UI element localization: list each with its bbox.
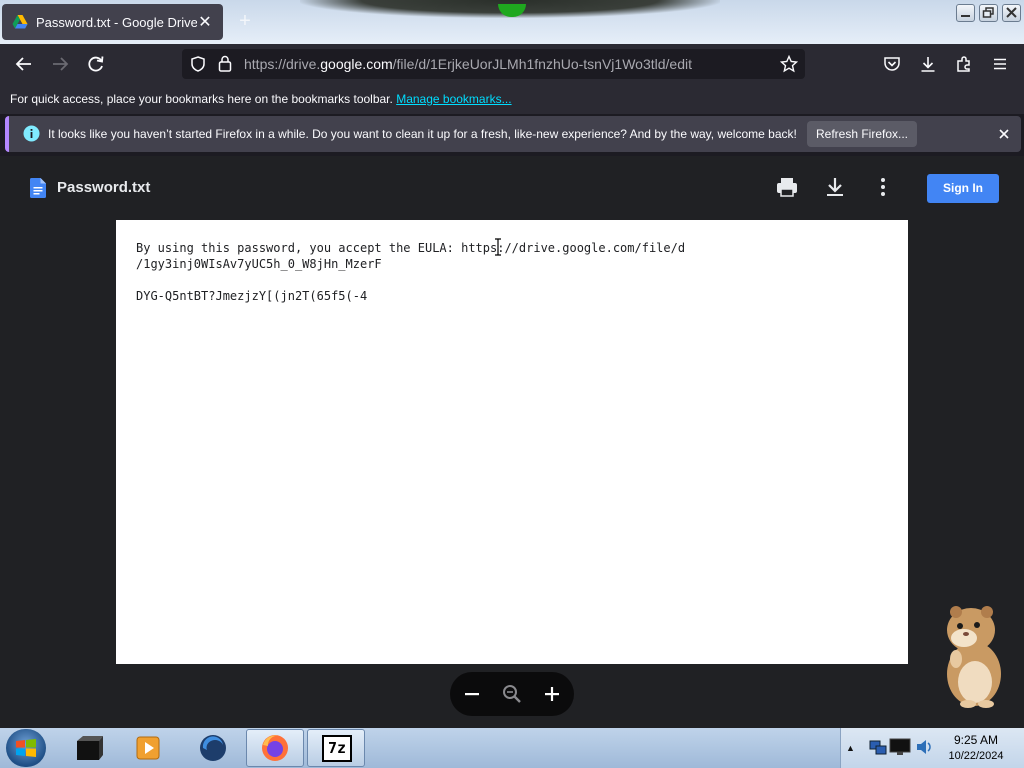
clock-time[interactable]: 9:25 AM xyxy=(951,733,1001,747)
system-tray: ▲ 9:25 AM 10/22/2024 xyxy=(840,728,1024,768)
notification-message: It looks like you haven’t started Firefo… xyxy=(48,127,797,141)
refresh-firefox-notification: It looks like you haven’t started Firefo… xyxy=(5,116,1021,152)
text-cursor-icon xyxy=(495,238,501,256)
hamburger-menu-icon xyxy=(994,58,1006,70)
taskbar-firefox[interactable] xyxy=(246,729,304,767)
taskbar-7zip[interactable]: 7z xyxy=(307,729,365,767)
document-text[interactable]: By using this password, you accept the E… xyxy=(136,240,685,304)
show-hidden-icons-button[interactable]: ▲ xyxy=(846,743,855,753)
tab-strip: Password.txt - Google Drive ✕ + xyxy=(0,0,1024,44)
network-icon[interactable] xyxy=(869,738,887,756)
taskbar-firefox-dev[interactable] xyxy=(184,729,242,767)
print-icon[interactable] xyxy=(775,175,799,199)
zoom-controls xyxy=(450,672,574,716)
downloads-button[interactable] xyxy=(915,51,941,77)
download-icon xyxy=(921,57,935,72)
refresh-firefox-button[interactable]: Refresh Firefox... xyxy=(807,121,917,147)
tab-close-icon[interactable]: ✕ xyxy=(197,12,213,32)
notification-close-icon[interactable] xyxy=(994,124,1014,144)
7zip-label: 7z xyxy=(327,739,347,757)
address-bar[interactable]: https://drive.google.com/file/d/1ErjkeUo… xyxy=(182,49,805,79)
display-icon[interactable] xyxy=(889,737,911,757)
info-icon xyxy=(23,125,40,142)
google-drive-icon xyxy=(12,15,28,29)
arrow-left-icon xyxy=(15,57,31,71)
close-icon xyxy=(1006,7,1017,18)
hamster-desktop-pet[interactable] xyxy=(938,604,1008,708)
lock-icon[interactable] xyxy=(218,55,232,72)
minimize-button[interactable] xyxy=(956,4,975,22)
zoom-in-icon[interactable] xyxy=(540,682,564,706)
reload-icon xyxy=(88,56,104,72)
back-button[interactable] xyxy=(11,51,37,77)
7zip-icon: 7z xyxy=(322,735,352,762)
terminal-icon xyxy=(77,736,103,760)
url-domain: google.com xyxy=(320,56,393,72)
menu-button[interactable] xyxy=(987,51,1013,77)
tab-active[interactable]: Password.txt - Google Drive ✕ xyxy=(2,4,223,40)
sign-in-button[interactable]: Sign In xyxy=(927,174,999,203)
pocket-icon xyxy=(884,57,900,71)
taskbar-terminal[interactable] xyxy=(60,729,118,767)
puzzle-icon xyxy=(957,56,970,72)
reload-button[interactable] xyxy=(83,51,109,77)
minimize-icon xyxy=(961,15,970,17)
firefox-dev-icon xyxy=(200,735,226,761)
windows-logo-icon xyxy=(16,739,36,757)
shield-icon[interactable] xyxy=(190,56,206,72)
download-file-icon[interactable] xyxy=(823,175,847,199)
bookmarks-hint: For quick access, place your bookmarks h… xyxy=(10,92,393,106)
drive-file-viewer: Password.txt Sign In By using this passw… xyxy=(0,156,1024,728)
url-path: /file/d/1ErjkeUorJLMh1fnzhUo-tsnVj1Wo3tl… xyxy=(392,56,692,72)
magnifier-icon[interactable] xyxy=(500,682,524,706)
start-button[interactable] xyxy=(6,729,46,767)
star-bookmark-icon[interactable] xyxy=(780,55,798,73)
url-prefix: https://drive. xyxy=(244,56,321,72)
extensions-button[interactable] xyxy=(951,51,977,77)
tab-title: Password.txt - Google Drive xyxy=(36,14,197,30)
media-player-icon xyxy=(136,736,160,760)
bookmarks-toolbar: For quick access, place your bookmarks h… xyxy=(0,84,1024,114)
restore-icon xyxy=(982,7,994,18)
close-window-button[interactable] xyxy=(1002,4,1021,22)
taskbar-media-player[interactable] xyxy=(120,729,178,767)
zoom-out-icon[interactable] xyxy=(460,682,484,706)
file-title: Password.txt xyxy=(57,179,151,196)
arrow-right-icon xyxy=(53,57,69,71)
manage-bookmarks-link[interactable]: Manage bookmarks... xyxy=(396,92,511,106)
more-options-icon[interactable] xyxy=(871,175,895,199)
forward-button[interactable] xyxy=(47,51,73,77)
restore-button[interactable] xyxy=(979,4,998,22)
volume-icon[interactable] xyxy=(915,738,933,756)
document-page: By using this password, you accept the E… xyxy=(116,220,908,664)
new-tab-button[interactable]: + xyxy=(234,10,256,32)
firefox-icon xyxy=(262,735,288,761)
url-text: https://drive.google.com/file/d/1ErjkeUo… xyxy=(244,56,692,72)
pocket-button[interactable] xyxy=(879,51,905,77)
taskbar: 7z ▲ 9:25 AM 10/22/2024 xyxy=(0,728,1024,768)
navigation-toolbar: https://drive.google.com/file/d/1ErjkeUo… xyxy=(0,44,1024,84)
clock-date[interactable]: 10/22/2024 xyxy=(941,750,1011,762)
google-docs-icon xyxy=(30,178,46,198)
viewer-header: Password.txt Sign In xyxy=(0,156,1024,220)
